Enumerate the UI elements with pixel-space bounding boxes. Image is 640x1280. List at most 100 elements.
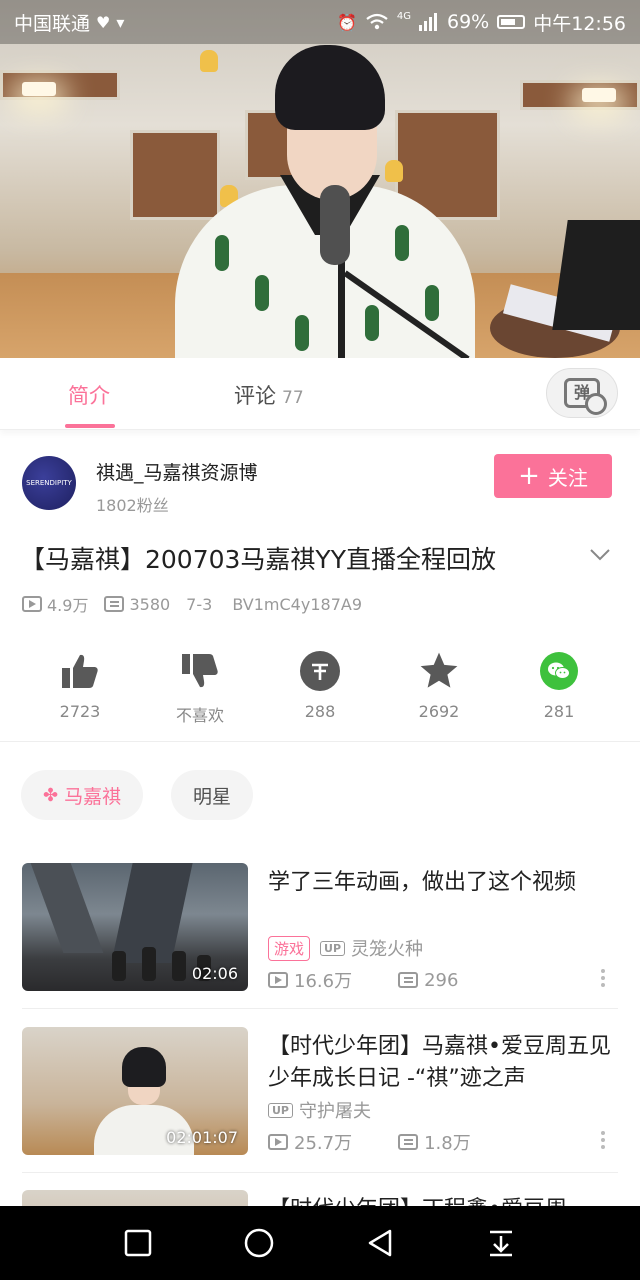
up-badge: UP (320, 940, 346, 956)
uploader-section: SERENDIPITY 1212 祺遇_马嘉祺资源博 1802粉丝 + 关注 (0, 446, 640, 526)
related-author: 灵笼火种 (351, 939, 424, 960)
like-button[interactable]: 2723 (20, 648, 140, 721)
tab-intro[interactable]: 简介 (68, 380, 110, 410)
related-title: 学了三年动画，做出了这个视频 (268, 870, 577, 895)
coin-button[interactable]: 288 (260, 648, 380, 721)
circle-icon (244, 1228, 274, 1258)
danmaku-toggle-button[interactable]: 弹 (546, 368, 618, 418)
back-button[interactable] (364, 1226, 398, 1260)
video-thumbnail: 02:01:07 (22, 1027, 248, 1155)
share-count: 281 (543, 702, 575, 721)
tag-label: 明星 (193, 785, 232, 808)
video-player[interactable] (0, 0, 640, 358)
status-bar: 中国联通 ♥ ▾ ⏰ 4G 69% 中午12:56 (0, 0, 640, 44)
tab-comments-label: 评论 (234, 384, 276, 408)
avatar-text: SERENDIPITY 1212 (26, 479, 72, 487)
danmaku-count: 3580 (129, 594, 171, 614)
pull-down-icon (490, 1230, 512, 1257)
video-thumbnail (22, 1190, 248, 1206)
video-title: 【马嘉祺】200703马嘉祺YY直播全程回放 (20, 545, 496, 574)
danmaku-off-icon: 弹 (564, 378, 607, 415)
notification-icon: ♥ (96, 12, 111, 32)
fans-count: 1802粉丝 (96, 496, 169, 515)
wall-lamp (22, 82, 56, 96)
danmaku-count-icon (398, 1134, 419, 1150)
tag-label: 马嘉祺 (64, 785, 122, 808)
network-label: 4G (396, 10, 411, 22)
cluster-icon: ✤ (43, 784, 59, 806)
related-item[interactable]: 【时代少年团】丁程鑫•爱豆周 (0, 1190, 640, 1206)
comment-count: 77 (282, 388, 304, 408)
danmaku-count-icon (104, 596, 125, 612)
related-title: 【时代少年团】丁程鑫•爱豆周 (268, 1194, 618, 1206)
favorite-button[interactable]: 2692 (379, 648, 499, 721)
battery-icon (497, 15, 526, 29)
follow-button[interactable]: + 关注 (494, 454, 612, 498)
follow-label: 关注 (547, 465, 588, 490)
danmaku-count-icon (398, 972, 419, 988)
video-meta: 4.9万 3580 7-3 BV1mC4y187A9 (22, 592, 362, 616)
view-count: 4.9万 (47, 596, 89, 615)
notification-shade-button[interactable] (484, 1226, 518, 1260)
triangle-back-icon (368, 1229, 392, 1257)
related-title: 【时代少年团】马嘉祺•爱豆周五见 少年成长日记 -“祺”迹之声 (268, 1034, 611, 1091)
up-badge: UP (268, 1102, 293, 1118)
divider (22, 1172, 618, 1173)
clock: 中午12:56 (533, 12, 626, 35)
chevron-down-icon[interactable] (588, 542, 612, 566)
favorite-count: 2692 (418, 702, 460, 721)
battery-percent: 69% (447, 11, 490, 33)
thumbs-down-icon (182, 654, 218, 688)
tag-chip[interactable]: 明星 (171, 770, 254, 820)
dislike-button[interactable]: 不喜欢 (140, 648, 260, 726)
avatar[interactable]: SERENDIPITY 1212 (22, 456, 76, 510)
plus-icon: + (518, 461, 540, 491)
dislike-label: 不喜欢 (175, 706, 224, 725)
play-count-icon (268, 972, 288, 988)
video-duration: 02:01:07 (166, 1128, 238, 1147)
related-author: 守护屠夫 (299, 1101, 371, 1122)
home-button[interactable] (242, 1226, 276, 1260)
related-danmaku: 1.8万 (424, 1133, 471, 1154)
alarm-icon: ⏰ (336, 12, 357, 32)
video-thumbnail: 02:06 (22, 863, 248, 991)
tab-comments[interactable]: 评论 77 (234, 380, 304, 410)
shield-icon: ▾ (116, 12, 125, 32)
star-icon (420, 652, 458, 688)
thumbs-up-icon (62, 654, 98, 688)
microphone (320, 185, 350, 265)
related-item[interactable]: 02:06 学了三年动画，做出了这个视频 游戏 UP 灵笼火种 16.6万 29… (0, 863, 640, 1023)
related-item[interactable]: 02:01:07 【时代少年团】马嘉祺•爱豆周五见 少年成长日记 -“祺”迹之声… (0, 1027, 640, 1187)
wall-lamp (582, 88, 616, 102)
related-danmaku: 296 (424, 969, 459, 991)
wifi-icon (366, 13, 388, 30)
system-nav-bar (0, 1206, 640, 1280)
related-views: 25.7万 (294, 1133, 353, 1154)
category-badge: 游戏 (268, 935, 311, 961)
action-bar: 2723 不喜欢 288 2692 281 (0, 648, 640, 742)
tab-indicator (65, 424, 115, 428)
recents-button[interactable] (121, 1226, 155, 1260)
share-button[interactable]: 281 (499, 648, 619, 721)
coin-count: 288 (304, 702, 336, 721)
wechat-icon (540, 652, 578, 690)
signal-icon (419, 13, 437, 31)
bvid: BV1mC4y187A9 (232, 594, 362, 614)
play-count-icon (268, 1134, 288, 1150)
tag-chip[interactable]: ✤ 马嘉祺 (21, 770, 144, 820)
divider (22, 1008, 618, 1009)
play-count-icon (22, 596, 42, 612)
wall-decoration (520, 80, 640, 110)
tab-bar: 简介 评论 77 弹 (0, 358, 640, 430)
wall-decoration (0, 70, 120, 100)
coin-icon (300, 651, 340, 691)
video-duration: 02:06 (191, 964, 238, 983)
more-options-icon[interactable] (600, 1131, 606, 1149)
uploader-name[interactable]: 祺遇_马嘉祺资源博 (96, 458, 258, 485)
like-count: 2723 (59, 702, 101, 721)
upload-date: 7-3 (186, 594, 213, 614)
piano (552, 220, 640, 330)
carrier-label: 中国联通 (14, 12, 91, 35)
more-options-icon[interactable] (600, 969, 606, 987)
square-icon (124, 1229, 152, 1257)
